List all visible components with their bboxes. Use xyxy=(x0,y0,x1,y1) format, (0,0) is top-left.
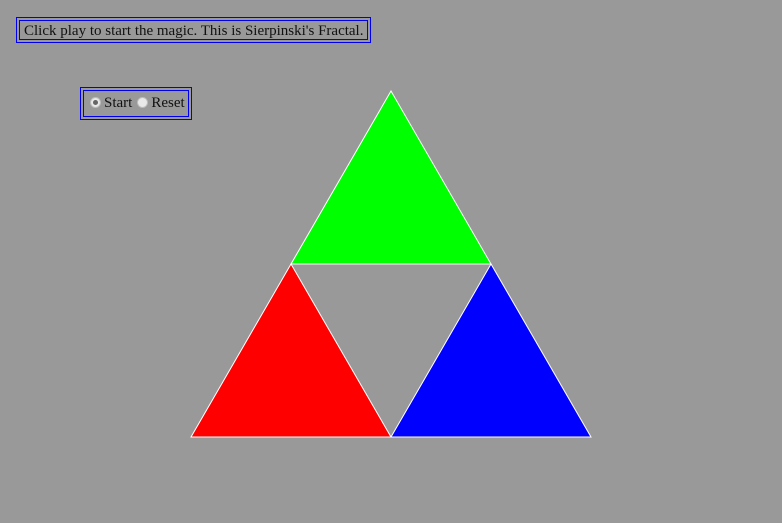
fractal-page: Click play to start the magic. This is S… xyxy=(0,0,782,523)
right-triangle xyxy=(390,263,592,438)
top-triangle xyxy=(290,90,492,265)
sierpinski-fractal xyxy=(190,90,592,438)
left-triangle xyxy=(190,263,392,438)
